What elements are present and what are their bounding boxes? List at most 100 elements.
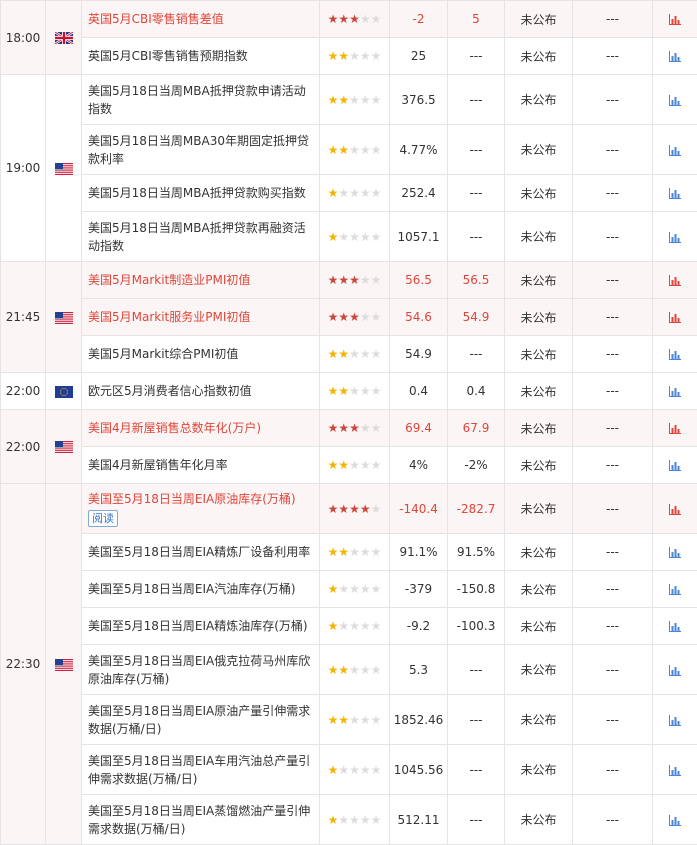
event-name[interactable]: 美国5月Markit服务业PMI初值 [82,299,320,336]
extra-value: --- [573,447,653,484]
bar-chart-icon[interactable] [669,582,681,596]
event-name[interactable]: 美国至5月18日当周EIA蒸馏燃油产量引伸需求数据(万桶/日) [82,795,320,845]
us-flag-icon [46,75,82,262]
chart-link[interactable] [653,795,697,845]
us-flag-icon [46,262,82,373]
bar-chart-icon[interactable] [669,421,681,435]
actual-value: 未公布 [505,410,573,447]
chart-link[interactable] [653,608,697,645]
event-row: 美国至5月18日当周EIA精炼油库存(万桶)★★★★★-9.2-100.3未公布… [1,608,697,645]
bar-chart-icon[interactable] [669,143,681,157]
bar-chart-icon[interactable] [669,663,681,677]
event-name[interactable]: 美国至5月18日当周EIA车用汽油总产量引伸需求数据(万桶/日) [82,745,320,795]
chart-link[interactable] [653,645,697,695]
event-name[interactable]: 美国5月18日当周MBA30年期固定抵押贷款利率 [82,125,320,175]
event-name[interactable]: 英国5月CBI零售销售预期指数 [82,38,320,75]
importance-stars: ★★★★★ [320,299,390,336]
event-name[interactable]: 美国4月新屋销售年化月率 [82,447,320,484]
event-name[interactable]: 美国5月18日当周MBA抵押贷款购买指数 [82,175,320,212]
rating-star-filled-icon: ★ [328,273,339,287]
rating-star-filled-icon: ★ [328,545,339,559]
bar-chart-icon[interactable] [669,545,681,559]
rating-star-empty-icon: ★ [360,813,371,827]
chart-link[interactable] [653,125,697,175]
event-name[interactable]: 美国5月18日当周MBA抵押贷款申请活动指数 [82,75,320,125]
bar-chart-icon[interactable] [669,713,681,727]
importance-stars: ★★★★★ [320,447,390,484]
actual-value: 未公布 [505,1,573,38]
bar-chart-icon[interactable] [669,384,681,398]
bar-chart-icon[interactable] [669,93,681,107]
extra-value: --- [573,1,653,38]
chart-link[interactable] [653,1,697,38]
bar-chart-icon[interactable] [669,49,681,63]
importance-stars: ★★★★★ [320,336,390,373]
bar-chart-icon[interactable] [669,502,681,516]
rating-star-empty-icon: ★ [360,763,371,777]
actual-value: 未公布 [505,608,573,645]
event-name[interactable]: 美国至5月18日当周EIA俄克拉荷马州库欣原油库存(万桶) [82,645,320,695]
bar-chart-icon[interactable] [669,230,681,244]
chart-link[interactable] [653,534,697,571]
chart-link[interactable] [653,571,697,608]
bar-chart-icon[interactable] [669,813,681,827]
bar-chart-icon[interactable] [669,310,681,324]
chart-link[interactable] [653,75,697,125]
chart-link[interactable] [653,262,697,299]
extra-value: --- [573,410,653,447]
rating-star-empty-icon: ★ [360,347,371,361]
rating-star-filled-icon: ★ [349,421,360,435]
event-name[interactable]: 欧元区5月消费者信心指数初值 [82,373,320,410]
event-name[interactable]: 英国5月CBI零售销售差值 [82,1,320,38]
chart-link[interactable] [653,745,697,795]
chart-link[interactable] [653,447,697,484]
chart-link[interactable] [653,373,697,410]
rating-star-empty-icon: ★ [360,458,371,472]
bar-chart-icon[interactable] [669,186,681,200]
rating-star-empty-icon: ★ [349,143,360,157]
forecast-value: 5 [448,1,505,38]
event-name[interactable]: 美国至5月18日当周EIA原油库存(万桶)阅读 [82,484,320,534]
actual-value: 未公布 [505,336,573,373]
event-name[interactable]: 美国至5月18日当周EIA精炼厂设备利用率 [82,534,320,571]
rating-star-filled-icon: ★ [349,273,360,287]
rating-star-empty-icon: ★ [371,763,382,777]
chart-link[interactable] [653,175,697,212]
extra-value: --- [573,262,653,299]
previous-value: 69.4 [390,410,448,447]
forecast-value: --- [448,175,505,212]
previous-value: 1045.56 [390,745,448,795]
bar-chart-icon[interactable] [669,12,681,26]
extra-value: --- [573,125,653,175]
event-name[interactable]: 美国至5月18日当周EIA精炼油库存(万桶) [82,608,320,645]
bar-chart-icon[interactable] [669,763,681,777]
bar-chart-icon[interactable] [669,273,681,287]
event-name[interactable]: 美国5月Markit制造业PMI初值 [82,262,320,299]
chart-link[interactable] [653,695,697,745]
extra-value: --- [573,484,653,534]
bar-chart-icon[interactable] [669,458,681,472]
chart-link[interactable] [653,484,697,534]
event-name[interactable]: 美国至5月18日当周EIA汽油库存(万桶) [82,571,320,608]
bar-chart-icon[interactable] [669,347,681,361]
bar-chart-icon[interactable] [669,619,681,633]
event-name[interactable]: 美国5月18日当周MBA抵押贷款再融资活动指数 [82,212,320,262]
uk-flag-icon [46,1,82,75]
importance-stars: ★★★★★ [320,745,390,795]
event-name[interactable]: 美国5月Markit综合PMI初值 [82,336,320,373]
event-name[interactable]: 美国至5月18日当周EIA原油产量引伸需求数据(万桶/日) [82,695,320,745]
chart-link[interactable] [653,212,697,262]
rating-star-empty-icon: ★ [338,230,349,244]
chart-link[interactable] [653,410,697,447]
chart-link[interactable] [653,336,697,373]
forecast-value: -150.8 [448,571,505,608]
event-name[interactable]: 美国4月新屋销售总数年化(万户) [82,410,320,447]
read-button[interactable]: 阅读 [88,510,118,527]
actual-value: 未公布 [505,125,573,175]
rating-star-filled-icon: ★ [338,143,349,157]
rating-star-filled-icon: ★ [328,230,339,244]
rating-star-empty-icon: ★ [360,12,371,26]
chart-link[interactable] [653,299,697,336]
rating-star-empty-icon: ★ [371,273,382,287]
chart-link[interactable] [653,38,697,75]
